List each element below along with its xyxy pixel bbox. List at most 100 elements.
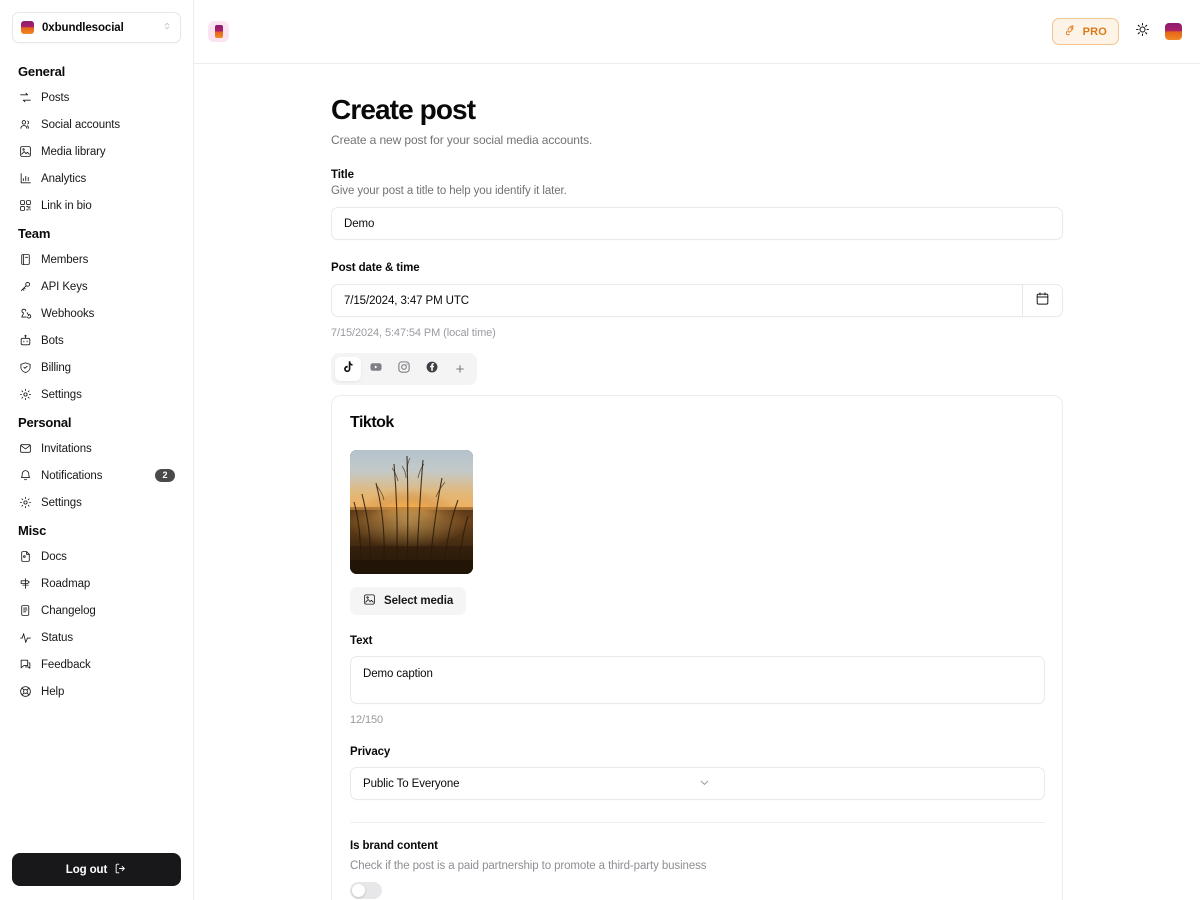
sidebar-item-label: Members: [41, 253, 89, 266]
signpost-icon: [18, 577, 32, 591]
sidebar-item-label: Changelog: [41, 604, 96, 617]
plus-icon: +: [455, 360, 465, 378]
calendar-icon: [1035, 291, 1050, 311]
main-region: PRO Create post Create a new post for yo…: [194, 0, 1200, 900]
sidebar-item-label: Roadmap: [41, 577, 91, 590]
logout-button[interactable]: Log out: [12, 853, 181, 886]
nav-group-title-misc: Misc: [18, 523, 47, 538]
title-field-help: Give your post a title to help you ident…: [331, 185, 567, 198]
sidebar-item-label: Social accounts: [41, 118, 121, 131]
sun-icon: [1135, 22, 1150, 42]
sidebar-item-help[interactable]: Help: [12, 678, 181, 705]
select-media-button[interactable]: Select media: [350, 587, 467, 616]
app-root: 0xbundlesocial General Posts Social acco…: [0, 0, 1200, 900]
users-icon: [18, 118, 32, 132]
sidebar-item-changelog[interactable]: Changelog: [12, 597, 181, 624]
sidebar-item-label: Feedback: [41, 658, 91, 671]
app-logo-icon[interactable]: [208, 21, 229, 42]
shuffle-icon: [18, 91, 32, 105]
sidebar-item-label: Invitations: [41, 442, 92, 455]
image-icon: [363, 593, 376, 609]
title-input[interactable]: [331, 207, 1063, 241]
privacy-select[interactable]: Public To Everyone: [350, 767, 1045, 801]
sidebar-item-bots[interactable]: Bots: [12, 327, 181, 354]
platform-tabs: +: [331, 353, 477, 386]
tab-youtube[interactable]: [363, 357, 389, 381]
sidebar-item-media-library[interactable]: Media library: [12, 138, 181, 165]
user-avatar[interactable]: [1165, 23, 1182, 40]
file-text-icon: [18, 550, 32, 564]
date-input[interactable]: [332, 285, 1022, 317]
platform-card-tiktok: Tiktok Select media Text Demo caption 12…: [331, 395, 1063, 900]
tab-tiktok[interactable]: [335, 357, 361, 382]
youtube-icon: [369, 360, 383, 379]
bundlesocial-logo-icon: [21, 21, 34, 34]
title-field-group: Title Give your post a title to help you…: [331, 169, 1063, 241]
rocket-icon: [1064, 24, 1077, 40]
tab-instagram[interactable]: [391, 357, 417, 381]
sidebar-item-webhooks[interactable]: Webhooks: [12, 300, 181, 327]
nav-group-title-team: Team: [18, 226, 51, 241]
log-out-icon: [114, 862, 127, 878]
sidebar-item-notifications[interactable]: Notifications 2: [12, 462, 181, 489]
sidebar-item-billing[interactable]: Billing: [12, 354, 181, 381]
sidebar-item-api-keys[interactable]: API Keys: [12, 273, 181, 300]
book-icon: [18, 253, 32, 267]
sidebar-item-social-accounts[interactable]: Social accounts: [12, 111, 181, 138]
sidebar-item-posts[interactable]: Posts: [12, 84, 181, 111]
key-icon: [18, 280, 32, 294]
sidebar-item-label: Link in bio: [41, 199, 92, 212]
sidebar-item-feedback[interactable]: Feedback: [12, 651, 181, 678]
pro-upgrade-button[interactable]: PRO: [1051, 18, 1119, 45]
sidebar-item-personal-settings[interactable]: Settings: [12, 489, 181, 516]
tab-add-platform[interactable]: +: [447, 357, 473, 381]
date-field-group: Post date & time 7/15/2024, 5:47:54 PM (…: [331, 262, 1063, 339]
sidebar-item-team-settings[interactable]: Settings: [12, 381, 181, 408]
wallet-icon: [18, 361, 32, 375]
message-square-icon: [18, 658, 32, 672]
local-time-hint: 7/15/2024, 5:47:54 PM (local time): [331, 327, 496, 340]
sidebar-item-label: Bots: [41, 334, 64, 347]
calendar-picker-button[interactable]: [1022, 285, 1062, 317]
character-counter: 12/150: [350, 714, 384, 727]
content-scroll-area: Create post Create a new post for your s…: [194, 64, 1200, 900]
notifications-badge: 2: [155, 469, 175, 482]
theme-toggle-button[interactable]: [1129, 19, 1155, 45]
sidebar-item-analytics[interactable]: Analytics: [12, 165, 181, 192]
life-buoy-icon: [18, 685, 32, 699]
bot-icon: [18, 334, 32, 348]
sidebar-item-link-in-bio[interactable]: Link in bio: [12, 192, 181, 219]
logout-label: Log out: [65, 863, 108, 876]
card-title: Tiktok: [350, 414, 394, 432]
sidebar-item-members[interactable]: Members: [12, 246, 181, 273]
text-field-label: Text: [350, 635, 373, 648]
facebook-icon: [425, 360, 439, 379]
sidebar-item-docs[interactable]: Docs: [12, 543, 181, 570]
caption-textarea[interactable]: Demo caption: [350, 656, 1045, 705]
content-inner: Create post Create a new post for your s…: [331, 94, 1063, 900]
webhook-icon: [18, 307, 32, 321]
sidebar-item-roadmap[interactable]: Roadmap: [12, 570, 181, 597]
tab-facebook[interactable]: [419, 357, 445, 381]
media-thumbnail[interactable]: [350, 450, 473, 575]
sidebar-item-label: Notifications: [41, 469, 103, 482]
thumb-grass-silhouette: [350, 456, 473, 575]
nav-group-title-general: General: [18, 64, 66, 79]
brand-content-title: Is brand content: [350, 840, 438, 853]
chevrons-up-down-icon: [162, 21, 172, 35]
gear-icon: [18, 496, 32, 510]
sidebar-item-invitations[interactable]: Invitations: [12, 435, 181, 462]
bell-icon: [18, 469, 32, 483]
sidebar-item-label: Settings: [41, 496, 82, 509]
page-subtitle: Create a new post for your social media …: [331, 133, 593, 148]
sidebar: 0xbundlesocial General Posts Social acco…: [0, 0, 194, 900]
sidebar-item-label: Media library: [41, 145, 106, 158]
brand-content-toggle[interactable]: [350, 882, 382, 900]
sidebar-item-label: Settings: [41, 388, 82, 401]
sidebar-item-label: Status: [41, 631, 74, 644]
section-divider: [350, 822, 1045, 824]
sidebar-item-status[interactable]: Status: [12, 624, 181, 651]
workspace-switcher[interactable]: 0xbundlesocial: [12, 12, 181, 43]
chevron-down-icon: [698, 776, 1033, 792]
text-field-group: Text Demo caption 12/150: [350, 635, 1045, 727]
